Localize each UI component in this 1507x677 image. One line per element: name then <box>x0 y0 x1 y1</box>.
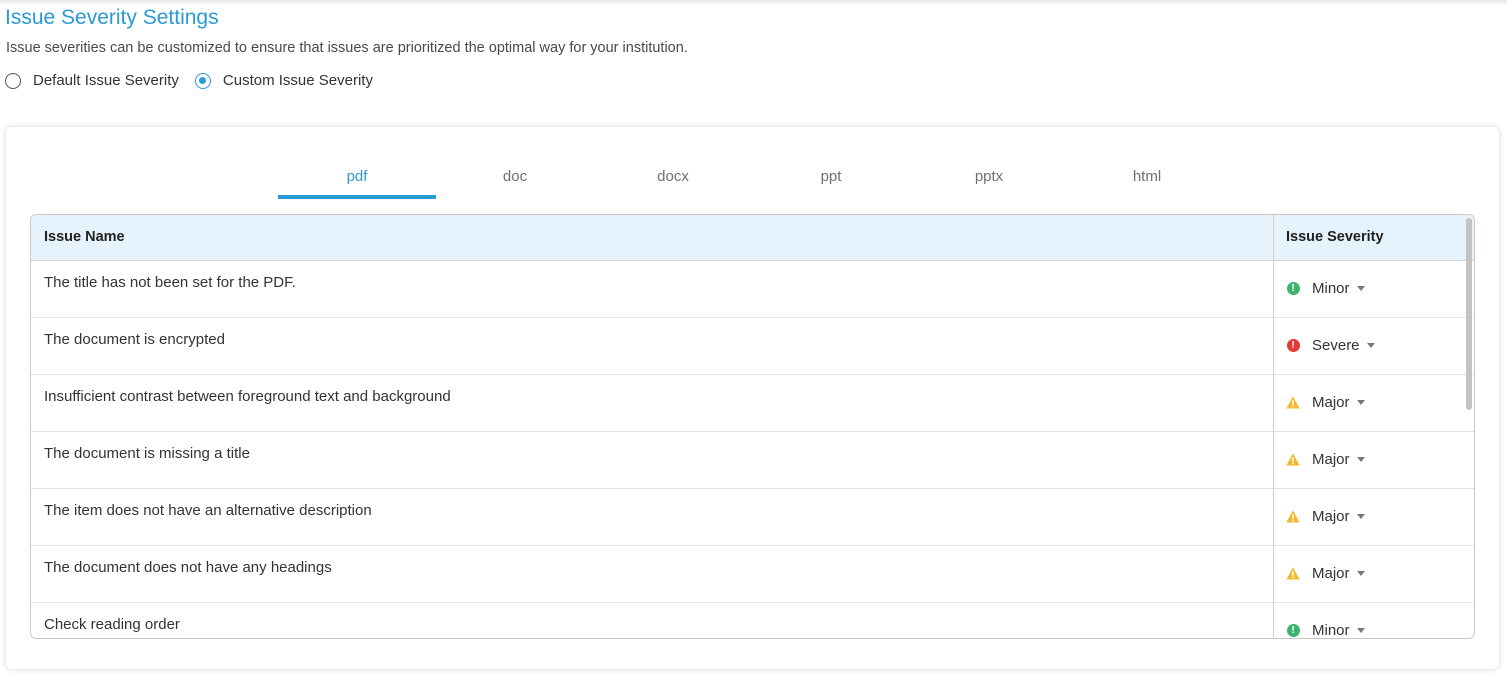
table-row: The document is encrypted! Severe <box>31 318 1474 375</box>
table-row: The title has not been set for the PDF.!… <box>31 261 1474 318</box>
table-row: The document does not have any headings M… <box>31 546 1474 603</box>
severity-dropdown[interactable]: ! Severe <box>1286 337 1375 354</box>
severity-label: Major <box>1312 451 1350 468</box>
table-body: The title has not been set for the PDF.!… <box>31 261 1474 639</box>
tab-doc[interactable]: doc <box>436 155 594 199</box>
caret-down-icon <box>1356 286 1365 291</box>
radio-checked-icon <box>194 72 211 89</box>
caret-down-icon <box>1356 400 1365 405</box>
issue-name-cell: Insufficient contrast between foreground… <box>31 375 1274 431</box>
issue-name-cell: The document does not have any headings <box>31 546 1274 602</box>
severity-label: Major <box>1312 508 1350 525</box>
caret-down-icon <box>1356 514 1365 519</box>
page-description: Issue severities can be customized to en… <box>6 40 688 56</box>
severity-label: Major <box>1312 394 1350 411</box>
table-scrollbar[interactable] <box>1466 218 1472 410</box>
issue-name-cell: The title has not been set for the PDF. <box>31 261 1274 317</box>
severity-label: Severe <box>1312 337 1360 354</box>
table-row: Check reading order! Minor <box>31 603 1474 639</box>
warning-icon <box>1286 396 1300 410</box>
tab-pptx[interactable]: pptx <box>910 155 1068 199</box>
issue-severity-cell: Major <box>1274 375 1462 431</box>
default-severity-radio[interactable]: Default Issue Severity <box>5 72 179 89</box>
radio-unchecked-icon <box>5 72 21 89</box>
severe-icon: ! <box>1286 339 1300 353</box>
issue-severity-cell: ! Severe <box>1274 318 1462 374</box>
severity-dropdown[interactable]: Major <box>1286 508 1365 525</box>
issue-name-cell: The item does not have an alternative de… <box>31 489 1274 545</box>
caret-down-icon <box>1356 571 1365 576</box>
warning-icon <box>1286 567 1300 581</box>
page-title: Issue Severity Settings <box>5 6 219 29</box>
issue-severity-header[interactable]: Issue Severity <box>1274 215 1462 260</box>
severity-dropdown[interactable]: ! Minor <box>1286 280 1365 297</box>
table-row: Insufficient contrast between foreground… <box>31 375 1474 432</box>
severity-settings-card: pdf doc docx ppt pptx html Issue Name Is… <box>6 127 1499 669</box>
issue-name-cell: The document is missing a title <box>31 432 1274 488</box>
severity-label: Minor <box>1312 622 1350 639</box>
severity-dropdown[interactable]: Major <box>1286 565 1365 582</box>
table-header: Issue Name Issue Severity <box>31 215 1474 261</box>
issue-name-cell: Check reading order <box>31 603 1274 638</box>
tab-ppt[interactable]: ppt <box>752 155 910 199</box>
custom-severity-radio[interactable]: Custom Issue Severity <box>194 72 373 89</box>
severity-dropdown[interactable]: ! Minor <box>1286 622 1365 639</box>
table-row: The item does not have an alternative de… <box>31 489 1474 546</box>
issue-name-cell: The document is encrypted <box>31 318 1274 374</box>
top-shadow <box>0 0 1507 6</box>
minor-icon: ! <box>1286 624 1300 638</box>
severity-label: Major <box>1312 565 1350 582</box>
issue-name-header[interactable]: Issue Name <box>31 215 1274 260</box>
severity-label: Minor <box>1312 280 1350 297</box>
severity-dropdown[interactable]: Major <box>1286 451 1365 468</box>
table-row: The document is missing a title Major <box>31 432 1474 489</box>
warning-icon <box>1286 510 1300 524</box>
issue-severity-cell: Major <box>1274 432 1462 488</box>
custom-severity-label: Custom Issue Severity <box>222 72 373 89</box>
issue-severity-cell: Major <box>1274 489 1462 545</box>
caret-down-icon <box>1356 457 1365 462</box>
warning-icon <box>1286 453 1300 467</box>
file-type-tabs: pdf doc docx ppt pptx html <box>278 155 1226 199</box>
minor-icon: ! <box>1286 282 1300 296</box>
severity-dropdown[interactable]: Major <box>1286 394 1365 411</box>
tab-docx[interactable]: docx <box>594 155 752 199</box>
issue-severity-cell: Major <box>1274 546 1462 602</box>
issue-severity-cell: ! Minor <box>1274 603 1462 639</box>
severity-mode-radio-group: Default Issue Severity Custom Issue Seve… <box>5 72 389 89</box>
caret-down-icon <box>1366 343 1375 348</box>
issue-severity-cell: ! Minor <box>1274 261 1462 317</box>
tab-html[interactable]: html <box>1068 155 1226 199</box>
caret-down-icon <box>1356 628 1365 633</box>
issues-table: Issue Name Issue Severity The title has … <box>30 214 1475 639</box>
default-severity-label: Default Issue Severity <box>33 72 179 89</box>
tab-pdf[interactable]: pdf <box>278 155 436 199</box>
